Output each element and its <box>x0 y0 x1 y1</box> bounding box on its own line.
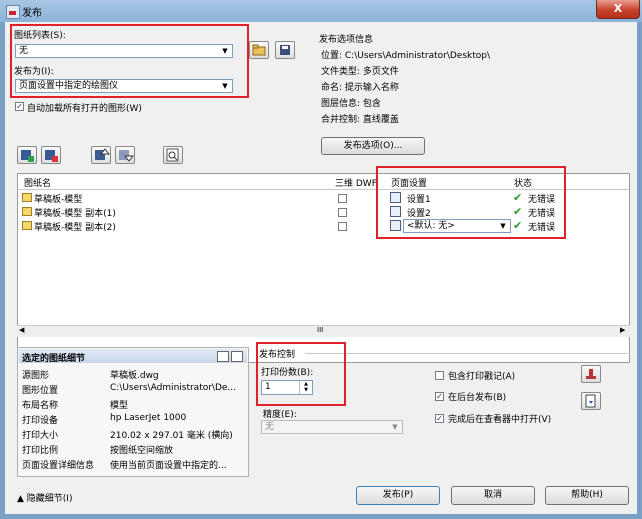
details-view-icon[interactable] <box>217 351 229 362</box>
detail-value-scale: 按图纸空间缩放 <box>110 446 174 456</box>
column-header-3d-dwf[interactable]: 三维 DWF <box>335 176 377 189</box>
auto-load-checkbox[interactable]: ✓ <box>15 102 24 111</box>
document-arrow-icon <box>585 394 596 408</box>
load-sheet-list-button[interactable] <box>249 41 269 59</box>
highlight-box-page-setup <box>376 166 566 239</box>
include-stamp-checkbox[interactable] <box>435 371 444 380</box>
publish-control-divider <box>305 353 630 354</box>
publish-info-naming: 命名: 提示输入名称 <box>321 83 399 93</box>
detail-label-page-setup: 页面设置详细信息 <box>22 461 95 471</box>
3d-dwf-checkbox[interactable] <box>338 222 347 231</box>
details-refresh-icon[interactable] <box>231 351 243 362</box>
add-sheet-icon <box>21 150 34 162</box>
sheet-details-title: 选定的图纸细节 <box>22 354 86 364</box>
sheet-icon <box>22 193 32 202</box>
publish-info-layer: 图层信息: 包含 <box>321 99 381 109</box>
3d-dwf-checkbox[interactable] <box>338 194 347 203</box>
stamp-settings-button[interactable] <box>581 365 601 383</box>
sheet-name: 草稿板-模型 副本(1) <box>34 209 116 219</box>
include-stamp-label: 包含打印戳记(A) <box>448 372 516 382</box>
close-button[interactable]: X <box>596 0 640 19</box>
background-publish-label: 在后台发布(B) <box>448 393 507 403</box>
remove-sheet-icon <box>45 150 58 162</box>
preview-button[interactable] <box>163 146 183 164</box>
detail-label-source: 源图形 <box>22 371 50 381</box>
precision-value: 无 <box>265 422 275 432</box>
move-up-icon <box>95 148 111 160</box>
folder-icon <box>252 44 266 56</box>
publish-info-heading: 发布选项信息 <box>319 35 374 45</box>
magnifier-icon <box>166 148 179 162</box>
sheet-details-title-bar: 选定的图纸细节 <box>19 349 247 364</box>
sheet-name: 草稿板-模型 副本(2) <box>34 223 116 233</box>
window-title: 发布 <box>22 8 42 19</box>
3d-dwf-checkbox[interactable] <box>338 208 347 217</box>
background-publish-checkbox[interactable]: ✓ <box>435 392 444 401</box>
collapse-up-icon: ▲ <box>17 494 24 504</box>
precision-dropdown[interactable]: 无 ▼ <box>261 420 403 434</box>
dialog-body: 图纸列表(S): 无 ▼ 发布为(I): 页面设置中指定的绘图仪 ▼ ✓ 自动加… <box>5 22 637 514</box>
save-sheet-list-button[interactable] <box>275 41 295 59</box>
precision-label: 精度(E): <box>263 410 297 420</box>
sheet-details-panel: 选定的图纸细节 源图形 草稿板.dwg 图形位置 C:\Users\Admini… <box>17 347 249 477</box>
sheet-icon <box>22 221 32 230</box>
detail-value-location: C:\Users\Administrator\De... <box>110 383 237 393</box>
horizontal-scrollbar[interactable]: ◀ III ▶ <box>17 325 630 337</box>
title-bar[interactable]: 发布 X <box>0 0 642 22</box>
stamp-icon <box>586 369 596 379</box>
hide-details-label: 隐藏细节(I) <box>26 494 73 504</box>
highlight-box-copies <box>256 342 346 406</box>
help-button[interactable]: 帮助(H) <box>545 486 629 505</box>
move-sheet-down-button[interactable] <box>115 146 135 164</box>
app-icon <box>6 5 20 19</box>
detail-value-layout: 模型 <box>110 401 129 411</box>
cancel-button[interactable]: 取消 <box>451 486 535 505</box>
scroll-right-icon[interactable]: ▶ <box>620 326 625 334</box>
scroll-grip[interactable]: III <box>317 326 323 334</box>
column-header-sheet-name[interactable]: 图纸名 <box>24 176 51 189</box>
chevron-down-icon: ▼ <box>392 423 398 431</box>
publish-button[interactable]: 发布(P) <box>356 486 440 505</box>
open-viewer-checkbox[interactable]: ✓ <box>435 414 444 423</box>
save-icon <box>280 45 290 55</box>
detail-label-size: 打印大小 <box>22 431 59 441</box>
hide-details-toggle[interactable]: ▲ 隐藏细节(I) <box>17 491 72 504</box>
remove-sheets-button[interactable] <box>41 146 61 164</box>
sheet-icon <box>22 207 32 216</box>
publish-info-location: 位置: C:\Users\Administrator\Desktop\ <box>321 51 491 61</box>
open-viewer-label: 完成后在查看器中打开(V) <box>448 415 552 425</box>
sheet-name: 草稿板-模型 <box>34 195 83 205</box>
add-sheets-button[interactable] <box>17 146 37 164</box>
move-down-icon <box>119 150 135 162</box>
detail-value-size: 210.02 x 297.01 毫米 (横向) <box>110 431 233 441</box>
detail-label-location: 图形位置 <box>22 386 59 396</box>
publish-dialog-window: 发布 X 图纸列表(S): 无 ▼ 发布为(I): 页面设置中指定的绘图仪 ▼ … <box>0 0 642 519</box>
scroll-left-icon[interactable]: ◀ <box>19 326 24 334</box>
move-sheet-up-button[interactable] <box>91 146 111 164</box>
detail-value-page-setup: 使用当前页面设置中指定的... <box>110 461 227 471</box>
highlight-box-top-left <box>10 24 249 98</box>
detail-label-device: 打印设备 <box>22 416 59 426</box>
detail-value-device: hp LaserJet 1000 <box>110 413 187 423</box>
publish-details-button[interactable] <box>581 392 601 410</box>
auto-load-label: 自动加载所有打开的图形(W) <box>27 104 142 114</box>
publish-options-button[interactable]: 发布选项(O)... <box>321 137 425 155</box>
detail-label-layout: 布局名称 <box>22 401 59 411</box>
publish-info-file-type: 文件类型: 多页文件 <box>321 67 399 77</box>
publish-info-merge: 合并控制: 直线覆盖 <box>321 115 399 125</box>
detail-label-scale: 打印比例 <box>22 446 59 456</box>
detail-value-source: 草稿板.dwg <box>110 371 159 381</box>
